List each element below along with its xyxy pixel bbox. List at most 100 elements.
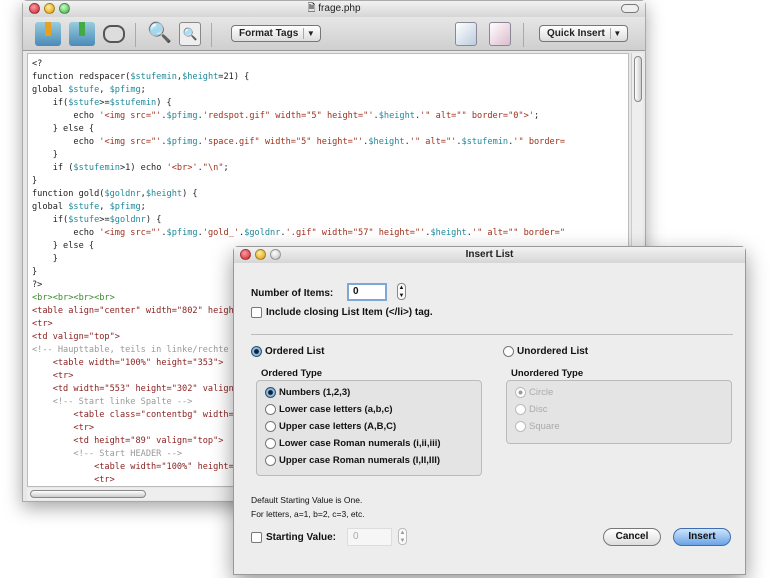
code-token: $stufe (68, 202, 100, 212)
find-page-icon[interactable]: 🔍 (179, 22, 201, 46)
starting-value-stepper[interactable]: ▲ ▼ (398, 528, 407, 545)
code-token: echo (32, 137, 100, 147)
insert-button[interactable]: Insert (673, 528, 731, 546)
code-token: ) { (156, 98, 172, 108)
code-token: 'gold_' (202, 228, 239, 238)
option-label: Circle (529, 387, 554, 398)
format-tags-popup[interactable]: Format Tags ▼ (231, 25, 322, 42)
code-token: echo (32, 228, 100, 238)
code-token: $pfimg (166, 228, 198, 238)
closing-tag-checkbox[interactable] (251, 307, 262, 318)
ordered-list-radio[interactable] (251, 346, 262, 357)
option-label: Lower case letters (a,b,c) (279, 404, 393, 415)
code-line: if($stufe>=$goldnr) { (32, 214, 628, 227)
code-token: $stufe (68, 85, 100, 95)
quick-insert-popup[interactable]: Quick Insert ▼ (539, 25, 628, 42)
closing-tag-label: Include closing List Item (</li>) tag. (266, 307, 433, 319)
code-token: ?> (32, 280, 43, 290)
ordered-type-option[interactable]: Upper case letters (A,B,C) (265, 418, 481, 435)
code-token: <tr> (32, 371, 74, 381)
download-icon[interactable] (69, 22, 95, 46)
code-token: <td height="89" valign="top"> (32, 436, 224, 446)
code-token: '" alt="" border=" (471, 228, 566, 238)
starting-value-input[interactable]: 0 (347, 528, 392, 546)
code-line: echo '<img src="'.$pfimg.'space.gif" wid… (32, 136, 628, 149)
code-token: <tr> (32, 423, 95, 433)
dialog-title-bar: Insert List (234, 247, 745, 263)
ordered-type-option[interactable]: Numbers (1,2,3) (265, 384, 481, 401)
ordered-type-label: Ordered Type (261, 368, 323, 379)
number-of-items-label: Number of Items: (251, 288, 334, 299)
divider (251, 334, 733, 335)
code-line: <? (32, 58, 628, 71)
code-token: $goldnr (244, 228, 281, 238)
code-token: $height (368, 137, 405, 147)
browser-preview-icon[interactable] (489, 22, 511, 46)
code-token: $pfimg (109, 85, 141, 95)
radio-button[interactable] (265, 386, 276, 398)
toolbar-toggle-button[interactable] (621, 4, 639, 13)
code-token: ; (223, 163, 229, 173)
code-token: function gold( (32, 189, 105, 199)
code-token: <table class="contentbg" width=""> (32, 410, 250, 420)
unordered-type-group: Circle Disc Square (506, 380, 732, 444)
ordered-type-option[interactable]: Upper case Roman numerals (I,II,III) (265, 452, 481, 469)
number-of-items-stepper[interactable]: ▲ ▼ (397, 283, 406, 300)
code-token: $height (145, 189, 183, 199)
code-token: '<img src="' (99, 137, 162, 147)
format-tags-label: Format Tags (239, 28, 299, 39)
unordered-list-radio[interactable] (503, 346, 514, 357)
code-line: global $stufe, $pfimg; (32, 201, 628, 214)
code-line: if ($stufemin>1) echo '<br>'."\n"; (32, 162, 628, 175)
unordered-type-option: Disc (515, 401, 731, 418)
search-icon[interactable]: 🔍 (147, 22, 173, 46)
radio-button[interactable] (265, 454, 276, 466)
code-token: } (32, 150, 58, 160)
code-token: ; (140, 85, 146, 95)
chevron-down-icon: ▼ (609, 28, 624, 39)
code-token: <table width="100%" height=""> (32, 462, 250, 472)
print-icon[interactable] (103, 25, 125, 43)
document-icon: 🗎 (307, 3, 319, 14)
close-button[interactable] (240, 249, 251, 260)
cancel-button[interactable]: Cancel (603, 528, 661, 546)
zoom-button[interactable] (59, 3, 70, 14)
ordered-type-option[interactable]: Lower case Roman numerals (i,ii,iii) (265, 435, 481, 452)
code-token: $goldnr (104, 189, 141, 199)
scroll-thumb[interactable] (634, 56, 642, 102)
code-line: } (32, 149, 628, 162)
ordered-type-option[interactable]: Lower case letters (a,b,c) (265, 401, 481, 418)
code-token: , (99, 85, 110, 95)
code-line: echo '<img src="'.$pfimg.'gold_'.$goldnr… (32, 227, 628, 240)
minimize-button[interactable] (255, 249, 266, 260)
chevron-down-icon: ▼ (303, 28, 317, 39)
unordered-type-label: Unordered Type (511, 368, 584, 379)
code-token: } (32, 254, 58, 264)
radio-button (515, 420, 526, 432)
unordered-list-label: Unordered List (517, 346, 589, 358)
number-of-items-input[interactable]: 0 (347, 283, 387, 301)
code-token: <table align="center" width="802" height… (32, 306, 260, 316)
code-token: 'redspot.gif" width="5" height="' (202, 111, 374, 121)
upload-icon[interactable] (35, 22, 61, 46)
code-token: } (32, 176, 38, 186)
radio-button[interactable] (265, 420, 276, 432)
code-token: "\n" (202, 163, 224, 173)
code-token: '.gif" width="57" height="' (285, 228, 426, 238)
code-token: <tr> (32, 475, 115, 485)
radio-button[interactable] (265, 437, 276, 449)
radio-button[interactable] (265, 403, 276, 415)
preview-icon[interactable] (455, 22, 477, 46)
code-token: } else { (32, 124, 95, 134)
code-token: <!-- Start linke Spalte --> (32, 397, 193, 407)
code-token: ) { (182, 189, 198, 199)
minimize-button[interactable] (44, 3, 55, 14)
option-label: Lower case Roman numerals (i,ii,iii) (279, 438, 441, 449)
option-label: Upper case Roman numerals (I,II,III) (279, 455, 441, 466)
hint-default: Default Starting Value is One. (251, 495, 363, 505)
code-token: echo (32, 111, 100, 121)
starting-value-checkbox[interactable] (251, 532, 262, 543)
scroll-thumb[interactable] (30, 490, 146, 498)
toolbar: 🔍 🔍 Format Tags ▼ Quick Insert ▼ (23, 17, 645, 51)
close-button[interactable] (29, 3, 40, 14)
